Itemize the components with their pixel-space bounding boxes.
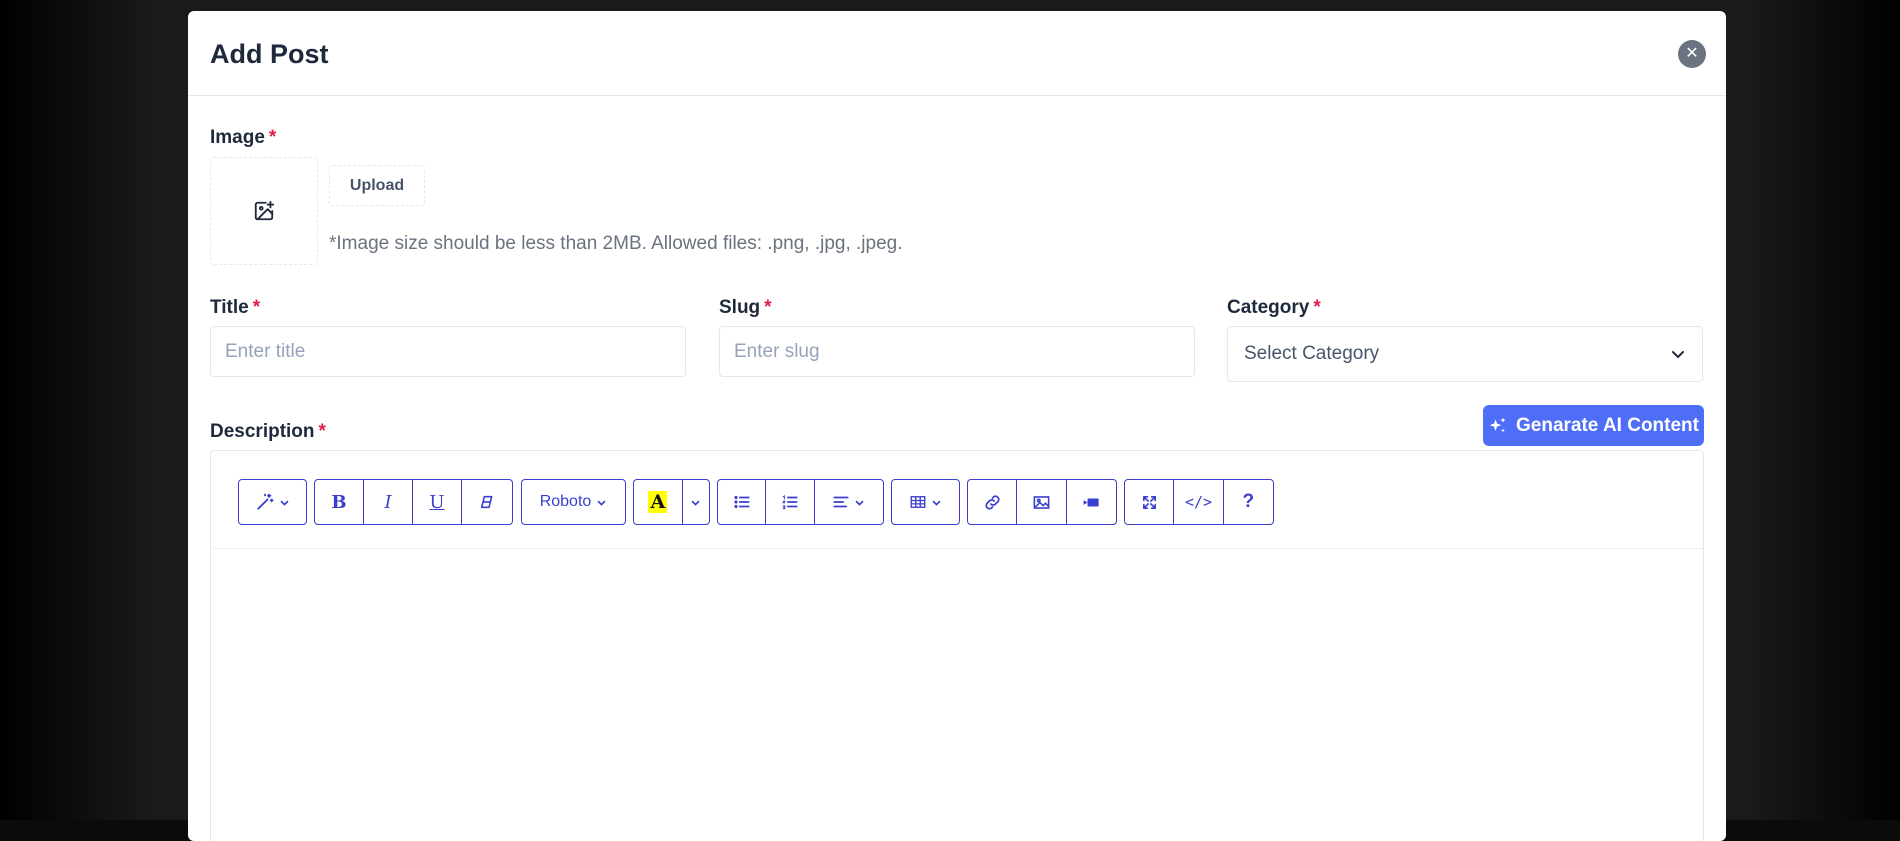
image-add-icon [254,200,275,221]
toolbar-group-style [238,479,307,525]
code-view-button[interactable]: </> [1174,480,1224,524]
video-icon [1083,498,1099,506]
generate-ai-content-button[interactable]: Genarate AI Content [1483,405,1704,446]
clear-format-button[interactable] [462,480,511,524]
image-label-text: Image [210,127,265,148]
modal-header: Add Post ✕ [188,11,1726,96]
close-icon: ✕ [1685,45,1699,62]
color-dropdown[interactable] [683,480,709,524]
font-name-dropdown[interactable]: Roboto [522,480,625,524]
fullscreen-button[interactable] [1125,480,1175,524]
close-button[interactable]: ✕ [1678,40,1706,68]
chevron-down-icon [691,500,700,506]
required-mark: * [268,127,277,148]
chevron-down-icon [932,500,941,506]
style-dropdown[interactable] [239,480,306,524]
modal-title: Add Post [210,39,329,69]
category-label-text: Category [1227,297,1310,318]
bold-button[interactable]: B [315,480,364,524]
underline-icon: U [429,491,445,513]
title-label: Title * [210,297,260,319]
required-mark: * [764,297,772,318]
align-left-icon [833,496,849,508]
link-icon [985,494,1000,510]
bold-icon: B [331,491,347,513]
required-mark: * [1313,297,1321,318]
bullet-list-icon [734,495,750,509]
code-icon: </> [1184,493,1213,511]
category-label: Category * [1227,297,1321,319]
toolbar-group-fontname: Roboto [521,479,626,525]
toolbar-group-insert [967,479,1117,525]
table-icon [910,496,926,508]
numbered-list-icon [782,495,798,510]
help-icon: ? [1242,491,1255,512]
image-dropzone[interactable] [210,157,318,265]
required-mark: * [252,297,261,318]
category-select[interactable]: Select Category [1227,326,1703,382]
sparkles-icon [1489,417,1506,432]
toolbar-group-view: </> ? [1124,479,1274,525]
description-label-text: Description [210,421,315,442]
generate-ai-content-label: Genarate AI Content [1516,414,1699,436]
toolbar-group-font: B I U [314,479,513,525]
toolbar-group-color: A [633,479,710,525]
required-mark: * [318,421,326,442]
ordered-list-button[interactable] [766,480,815,524]
insert-video-button[interactable] [1067,480,1116,524]
rich-text-editor: B I U Roboto A </> ? [210,450,1704,841]
slug-label: Slug * [719,297,772,319]
description-label: Description * [210,421,326,443]
toolbar-group-paragraph [717,479,884,525]
title-label-text: Title [210,297,249,318]
help-button[interactable]: ? [1224,480,1273,524]
table-dropdown[interactable] [892,480,959,524]
fullscreen-icon [1142,495,1156,509]
upload-button[interactable]: Upload [329,165,425,206]
italic-icon: I [384,491,392,513]
editor-content-area[interactable] [211,549,1703,841]
insert-picture-button[interactable] [1017,480,1067,524]
eraser-icon [480,495,492,509]
chevron-down-icon [597,500,606,506]
title-input[interactable] [210,326,686,377]
picture-icon [1033,495,1050,509]
chevron-down-icon [855,500,864,506]
category-selected-value: Select Category [1244,343,1380,364]
image-label: Image * [210,127,276,149]
insert-link-button[interactable] [968,480,1018,524]
italic-button[interactable]: I [364,480,413,524]
image-hint: *Image size should be less than 2MB. All… [329,233,903,254]
chevron-down-icon [280,500,289,506]
font-name-label: Roboto [539,493,592,510]
unordered-list-button[interactable] [718,480,767,524]
chevron-down-icon [1672,351,1684,358]
highlight-color-icon: A [648,491,668,513]
underline-button[interactable]: U [413,480,462,524]
align-dropdown[interactable] [815,480,883,524]
toolbar-group-table [891,479,960,525]
text-color-button[interactable]: A [634,480,683,524]
slug-label-text: Slug [719,297,761,318]
add-post-modal: Add Post ✕ Image * Upload *Image size sho… [188,11,1726,841]
magic-wand-icon [257,493,274,510]
editor-toolbar: B I U Roboto A </> ? [211,451,1703,549]
slug-input[interactable] [719,326,1195,377]
